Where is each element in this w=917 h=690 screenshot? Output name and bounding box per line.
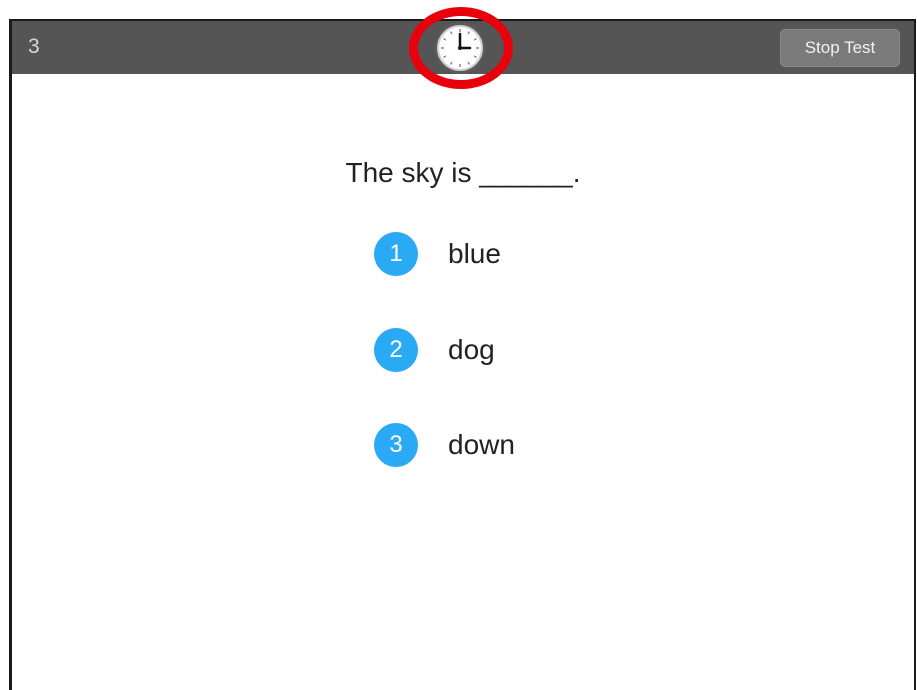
choice-label: blue (448, 238, 501, 269)
clock-icon[interactable] (432, 20, 490, 78)
question-text: The sky is ______. (345, 157, 581, 188)
choice-number-badge: 1 (374, 232, 418, 276)
answer-choice-2[interactable]: 2 dog (374, 328, 495, 372)
answer-choice-1[interactable]: 1 blue (374, 232, 501, 276)
answer-choice-3[interactable]: 3 down (374, 423, 515, 467)
question-number: 3 (28, 35, 40, 58)
stop-test-button[interactable]: Stop Test (780, 29, 900, 67)
choice-number-badge: 3 (374, 423, 418, 467)
choice-label: dog (448, 334, 495, 365)
choice-label: down (448, 429, 515, 460)
test-window: 3 Stop Test The sky is ______. 1 blue 2 … (9, 19, 916, 690)
choice-number-badge: 2 (374, 328, 418, 372)
